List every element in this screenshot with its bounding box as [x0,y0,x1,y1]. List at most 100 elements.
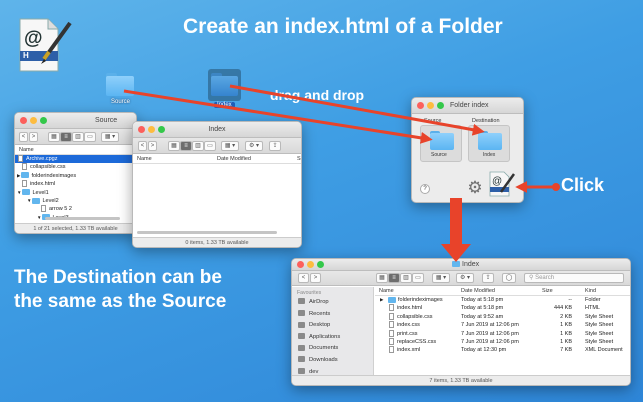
list-item[interactable]: collapsible.css [15,163,136,171]
forward-button[interactable]: > [29,132,38,142]
column-view-button[interactable]: ▥ [72,132,84,142]
drag-and-drop-label: drag and drop [270,87,365,103]
name-column[interactable]: Name [379,288,394,294]
list-view-button[interactable]: ≡ [388,273,400,283]
source-window-titlebar[interactable]: Source [15,113,136,129]
close-button[interactable] [138,126,145,133]
zoom-button[interactable] [437,102,444,109]
action-gear-button[interactable]: ⚙ ▾ [456,273,474,283]
desktop-source-folder-icon[interactable] [106,73,134,96]
forward-button[interactable]: > [310,273,321,283]
back-button[interactable]: < [138,141,147,151]
zoom-button[interactable] [40,117,47,124]
disclosure-triangle[interactable]: ▼ [27,198,31,203]
column-view-button[interactable]: ▥ [400,273,412,283]
disclosure-triangle[interactable]: ▼ [17,190,21,195]
list-item[interactable]: ▶ folderindeximages [15,172,136,180]
sidebar-item-applications[interactable]: Applications [292,332,373,344]
group-button[interactable]: ▦ ▾ [221,141,239,151]
forward-button[interactable]: > [148,141,157,151]
horizontal-scrollbar[interactable] [137,231,277,234]
disclosure-triangle[interactable]: ▼ [37,215,41,220]
disclosure-triangle[interactable]: ▶ [17,173,20,178]
index-window-titlebar[interactable]: Index [133,122,301,138]
list-view-button[interactable]: ≡ [180,141,192,151]
list-view-button[interactable]: ≡ [60,132,72,142]
help-button[interactable]: ? [420,184,430,194]
zoom-button[interactable] [158,126,165,133]
list-item[interactable]: ▼ Level1 [15,189,136,197]
html-label-partial: H [23,51,29,60]
sidebar-item-airdrop[interactable]: AirDrop [292,297,373,309]
source-column-header[interactable]: Name [15,145,136,155]
back-button[interactable]: < [298,273,309,283]
search-field[interactable]: ⚲ Search [524,273,624,283]
close-button[interactable] [20,117,27,124]
minimize-button[interactable] [30,117,37,124]
table-row[interactable]: print.css 7 Jun 2019 at 12:06 pm 1 KB St… [375,329,630,338]
size-column[interactable]: Size [542,288,553,294]
zoom-button[interactable] [317,261,324,268]
subtitle-line-2: the same as the Source [14,291,227,312]
app-window-titlebar[interactable]: Folder index [412,98,523,114]
table-row[interactable]: index.xml Today at 12:30 pm 7 KB XML Doc… [375,346,630,354]
horizontal-scrollbar[interactable] [45,217,120,220]
minimize-button[interactable] [148,126,155,133]
sidebar-item-recents[interactable]: Recents [292,309,373,321]
icon-view-button[interactable]: ▦ [48,132,60,142]
disclosure-triangle[interactable]: ▶ [380,296,383,304]
window-title: Index [452,259,479,271]
group-button[interactable]: ▦ ▾ [101,132,119,142]
table-row[interactable]: index.css 7 Jun 2019 at 12:06 pm 1 KB St… [375,321,630,329]
result-finder-window[interactable]: Index < > ▦ ≡ ▥ ▭ ▦ ▾ ⚙ ▾ ⇪ ◯ ⚲ Search F… [291,258,631,386]
share-button[interactable]: ⇪ [482,273,494,283]
destination-drop-well[interactable]: Index [468,125,510,162]
share-button[interactable]: ⇪ [269,141,281,151]
list-item[interactable]: ▼ Level2 [15,197,136,205]
gear-icon[interactable]: ⚙ [467,179,483,196]
table-row[interactable]: ▶ folderindeximages Today at 5:18 pm -- … [375,296,630,304]
source-finder-window[interactable]: Source < > ▦ ≡ ▥ ▭ ▦ ▾ Name Archive.cpgz… [14,112,137,234]
window-title: Index [208,126,226,133]
table-row[interactable]: index.html Today at 5:18 pm 444 KB HTML [375,304,630,312]
table-row[interactable]: collapsible.css Today at 9:52 am 2 KB St… [375,312,630,321]
icon-view-button[interactable]: ▦ [168,141,180,151]
action-gear-button[interactable]: ⚙ ▾ [245,141,263,151]
index-column-header[interactable]: Name Date Modified Si [133,154,301,164]
desktop-index-folder-icon[interactable] [211,73,238,96]
kind-column[interactable]: Kind [585,288,596,294]
list-item[interactable]: Archive.cpgz [15,155,136,164]
date-modified-column[interactable]: Date Modified [461,288,495,294]
index-finder-window[interactable]: Index < > ▦ ≡ ▥ ▭ ▦ ▾ ⚙ ▾ ⇪ Name Date Mo… [132,121,302,248]
table-row[interactable]: replaceCSS.css 7 Jun 2019 at 12:06 pm 1 … [375,338,630,346]
list-item[interactable]: arrow 5 2 [15,205,136,213]
folder-index-app-window[interactable]: Folder index Source Destination Source I… [411,97,524,203]
click-dot [552,183,560,191]
sidebar-item-desktop[interactable]: Desktop [292,320,373,332]
html-pen-icon[interactable]: @ [487,170,516,198]
click-label: Click [561,175,605,195]
icon-view-button[interactable]: ▦ [376,273,388,283]
gallery-view-button[interactable]: ▭ [84,132,96,142]
close-button[interactable] [297,261,304,268]
source-drop-well[interactable]: Source [420,125,462,162]
list-item[interactable]: index.html [15,180,136,188]
sidebar-item-downloads[interactable]: Downloads [292,355,373,367]
minimize-button[interactable] [307,261,314,268]
size-column[interactable]: Si [297,156,301,162]
group-button[interactable]: ▦ ▾ [432,273,450,283]
result-column-header[interactable]: Name Date Modified Size Kind [375,287,630,296]
close-button[interactable] [417,102,424,109]
date-modified-column[interactable]: Date Modified [217,156,251,162]
tags-button[interactable]: ◯ [502,273,516,283]
name-column[interactable]: Name [19,147,34,153]
sidebar-item-documents[interactable]: Documents [292,343,373,355]
result-window-titlebar[interactable]: Index [292,259,630,271]
column-view-button[interactable]: ▥ [192,141,204,151]
name-column[interactable]: Name [137,156,152,162]
gallery-view-button[interactable]: ▭ [412,273,424,283]
gallery-view-button[interactable]: ▭ [204,141,216,151]
minimize-button[interactable] [427,102,434,109]
file-icon [41,205,46,213]
back-button[interactable]: < [19,132,28,142]
